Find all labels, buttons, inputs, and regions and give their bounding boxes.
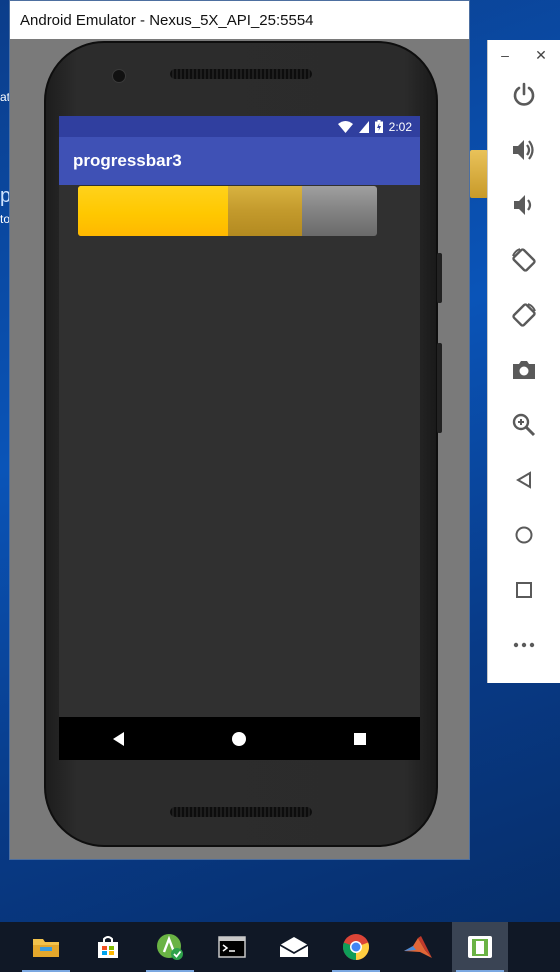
rotate-left-button[interactable] (488, 240, 560, 280)
overview-square-icon (353, 732, 366, 745)
front-camera-icon (112, 69, 126, 83)
overview-icon (516, 582, 532, 598)
zoom-button[interactable] (488, 405, 560, 445)
close-icon[interactable]: ✕ (535, 47, 547, 64)
mail-icon (279, 937, 309, 957)
device-screen: 2:02 progressbar3 (59, 116, 420, 760)
toolbar-home-button[interactable] (488, 515, 560, 555)
power-button[interactable] (488, 75, 560, 115)
progress-bar (78, 186, 377, 236)
taskbar-emulator[interactable] (452, 922, 508, 972)
volume-up-button[interactable] (488, 130, 560, 170)
toolbar-overview-button[interactable] (488, 570, 560, 610)
screenshot-button[interactable] (488, 350, 560, 390)
toolbar-window-controls: – ✕ (488, 40, 560, 70)
window-title: Android Emulator - Nexus_5X_API_25:5554 (20, 11, 314, 29)
volume-up-icon (513, 140, 534, 160)
emulator-toolbar: – ✕ (487, 40, 560, 683)
chrome-icon (342, 934, 370, 960)
wifi-icon (337, 120, 353, 133)
progress-primary-fill (78, 186, 228, 236)
taskbar-file-explorer[interactable] (18, 922, 74, 972)
window-titlebar[interactable]: Android Emulator - Nexus_5X_API_25:5554 (10, 1, 469, 39)
file-explorer-icon (33, 939, 59, 957)
zoom-icon (512, 413, 536, 437)
nav-back-button[interactable] (99, 719, 139, 759)
matlab-icon (404, 936, 432, 958)
phone-side-button[interactable] (437, 253, 442, 303)
back-icon (516, 471, 531, 489)
battery-icon (374, 120, 383, 133)
top-speaker (170, 69, 312, 79)
status-bar: 2:02 (59, 116, 420, 137)
store-icon (98, 936, 118, 958)
android-studio-icon (157, 934, 183, 960)
navigation-bar (59, 717, 420, 760)
taskbar-mail[interactable] (266, 922, 322, 972)
rotate-right-button[interactable] (488, 295, 560, 335)
app-bar: progressbar3 (59, 137, 420, 185)
more-icon (513, 642, 535, 648)
home-circle-icon (232, 731, 247, 746)
back-triangle-icon (113, 731, 125, 746)
rotate-left-icon (512, 248, 536, 272)
taskbar-chrome[interactable] (328, 922, 384, 972)
taskbar-matlab[interactable] (390, 922, 446, 972)
toolbar-back-button[interactable] (488, 460, 560, 500)
phone-side-button[interactable] (437, 343, 442, 433)
desktop-folder-icon[interactable] (470, 150, 488, 198)
volume-down-icon (514, 195, 532, 215)
status-time: 2:02 (388, 119, 412, 134)
taskbar-android-studio[interactable] (142, 922, 198, 972)
taskbar (0, 922, 560, 972)
nav-home-button[interactable] (219, 719, 259, 759)
terminal-icon (218, 936, 246, 958)
taskbar-store[interactable] (80, 922, 136, 972)
signal-icon (358, 120, 369, 133)
power-icon (513, 82, 535, 106)
taskbar-terminal[interactable] (204, 922, 260, 972)
app-title: progressbar3 (73, 151, 182, 170)
bottom-speaker (170, 807, 312, 817)
emulator-icon (468, 936, 492, 958)
minimize-icon[interactable]: – (501, 47, 509, 63)
camera-icon (513, 361, 535, 379)
volume-down-button[interactable] (488, 185, 560, 225)
rotate-right-icon (512, 303, 536, 327)
home-icon (515, 526, 533, 544)
more-button[interactable] (488, 625, 560, 665)
nav-overview-button[interactable] (340, 719, 380, 759)
